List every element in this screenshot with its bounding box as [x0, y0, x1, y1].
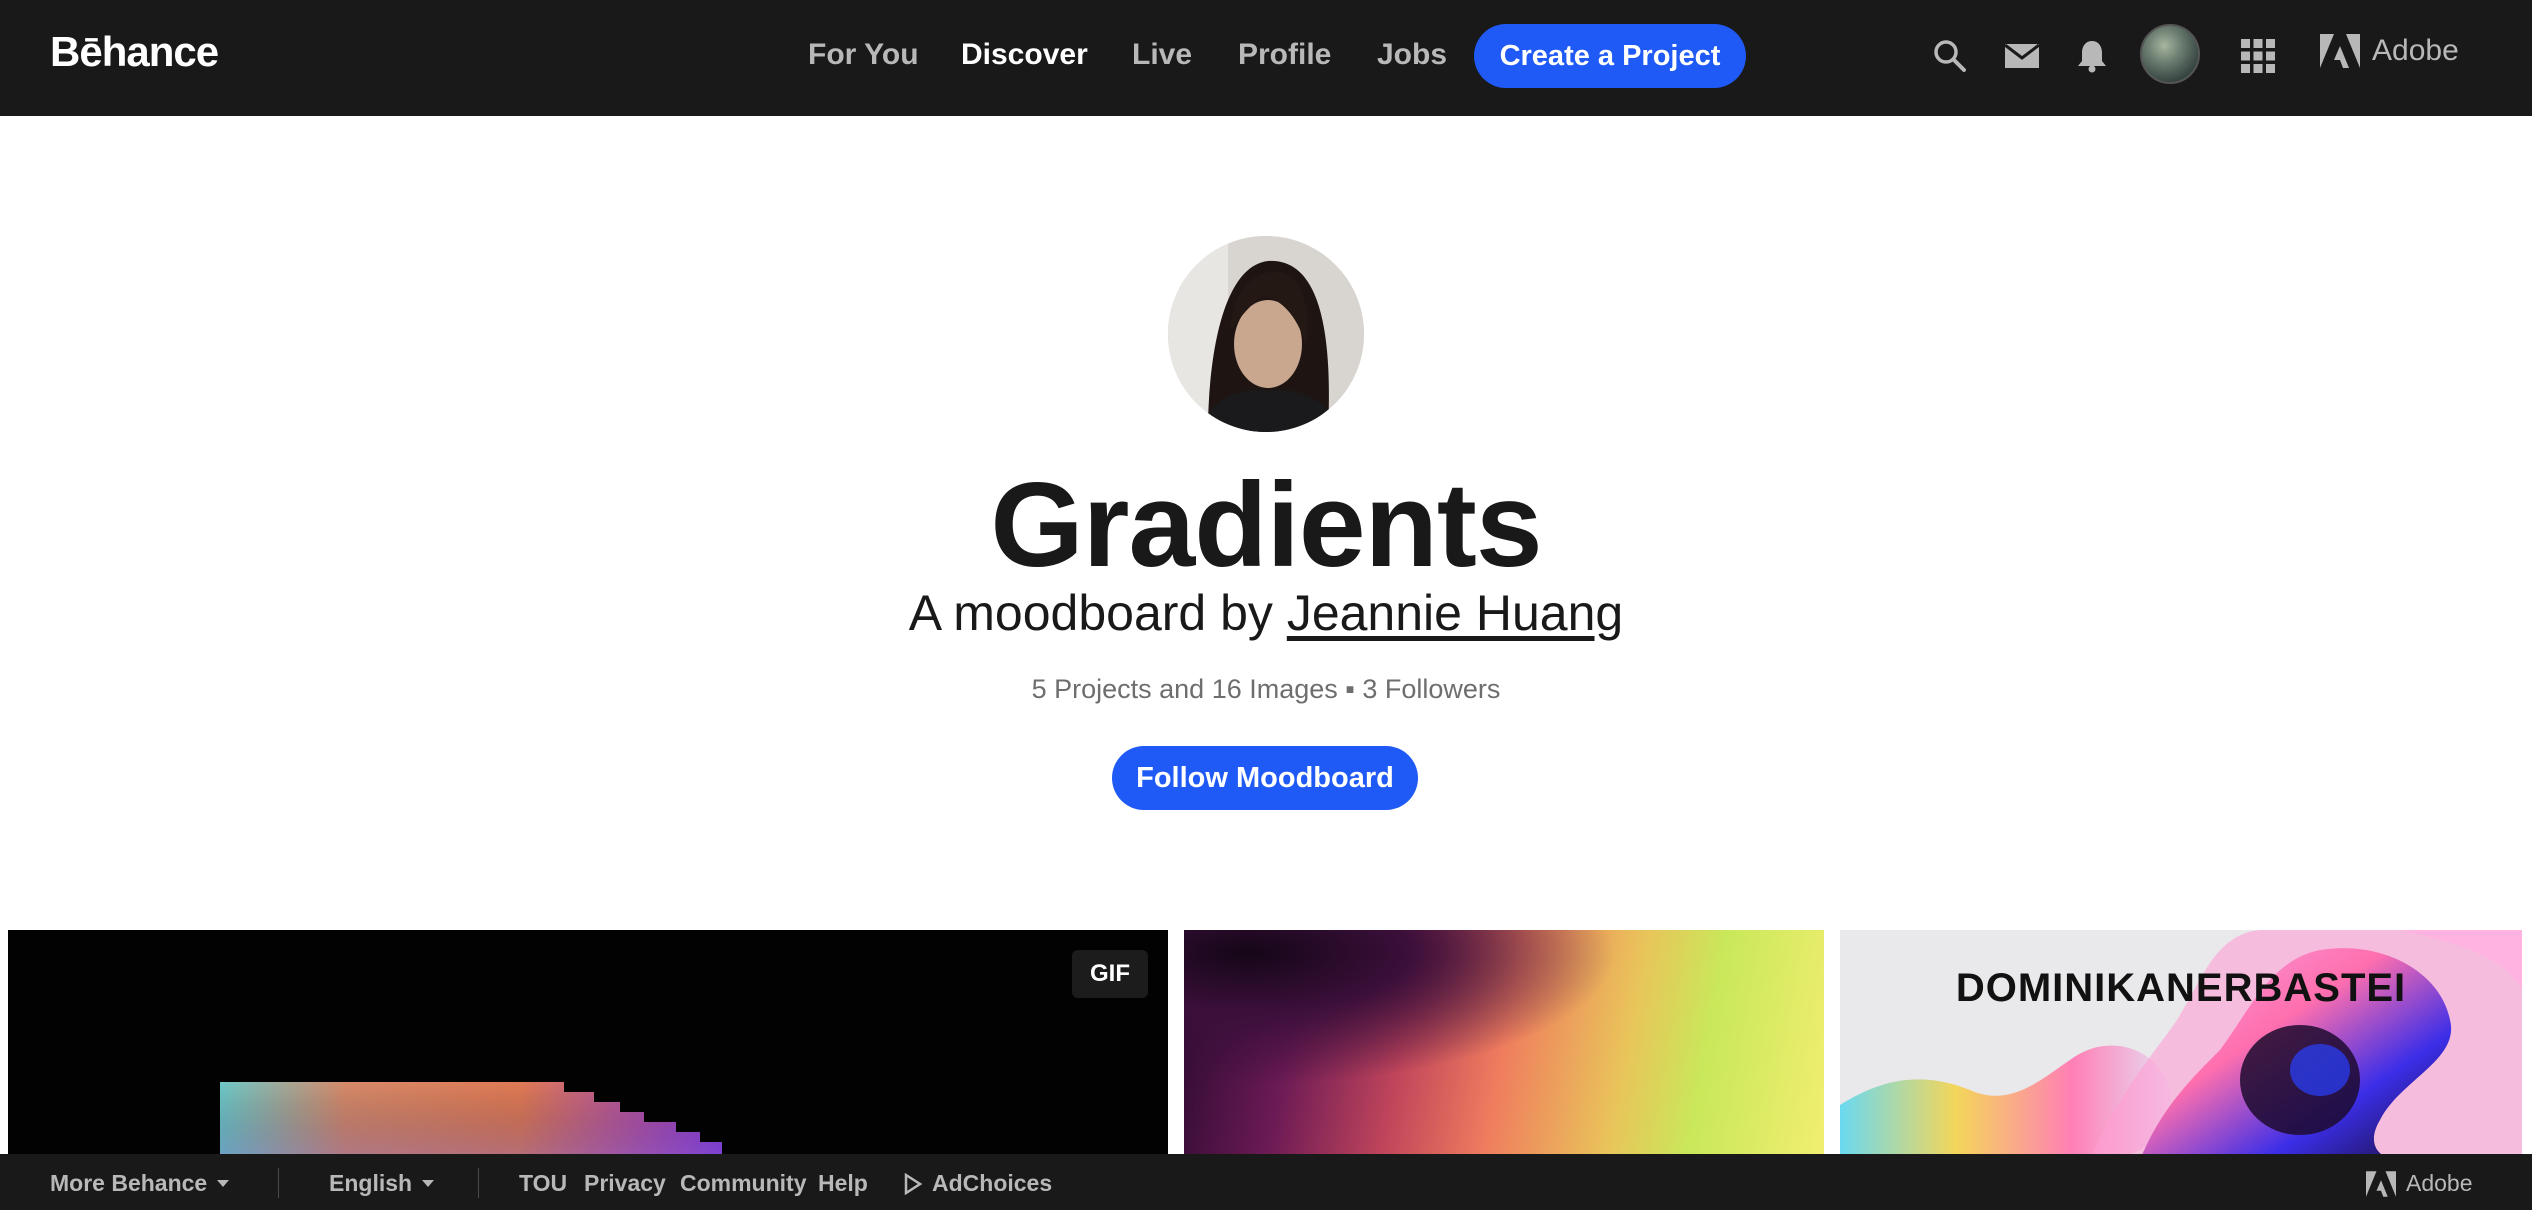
tile-title-text: DOMINIKANERBASTEI [1955, 966, 2407, 1010]
footer-link-tou[interactable]: TOU [519, 1170, 567, 1197]
nav-discover[interactable]: Discover [961, 38, 1088, 72]
adchoices-link[interactable]: AdChoices [904, 1170, 1052, 1197]
follow-moodboard-button[interactable]: Follow Moodboard [1112, 746, 1418, 810]
mail-icon[interactable] [2002, 36, 2042, 76]
nav-for-you[interactable]: For You [808, 38, 919, 72]
nav-live[interactable]: Live [1132, 38, 1192, 72]
adobe-logo-icon [2320, 34, 2360, 68]
bell-icon[interactable] [2072, 36, 2112, 76]
footer-divider [478, 1168, 479, 1198]
chevron-down-icon [217, 1180, 230, 1187]
adobe-logo-icon [2366, 1170, 2396, 1197]
footer-bar: More Behance English TOU Privacy Communi… [0, 1154, 2532, 1210]
chevron-down-icon [422, 1180, 435, 1187]
moodboard-subtitle: A moodboard by Jeannie Huang [0, 584, 2532, 642]
adchoices-icon [904, 1172, 922, 1195]
nav-profile[interactable]: Profile [1238, 38, 1331, 72]
author-link[interactable]: Jeannie Huang [1287, 585, 1623, 641]
footer-divider [278, 1168, 279, 1198]
language-label: English [329, 1170, 413, 1196]
adchoices-label: AdChoices [932, 1170, 1053, 1196]
more-behance-dropdown[interactable]: More Behance [50, 1170, 230, 1197]
moodboard-title: Gradients [990, 458, 1542, 592]
gradient-steps-artwork [220, 1082, 722, 1160]
more-behance-label: More Behance [50, 1170, 208, 1196]
fluid-shape-artwork [1840, 930, 2522, 1160]
adobe-footer-link[interactable]: Adobe [2366, 1170, 2473, 1197]
apps-grid-icon[interactable] [2238, 36, 2278, 76]
project-tile-dominikanerbastei[interactable]: DOMINIKANERBASTEI [1840, 930, 2522, 1160]
project-tile-gradient[interactable] [1184, 930, 1824, 1160]
avatar[interactable] [2140, 24, 2200, 84]
moodboard-owner-avatar[interactable] [1168, 236, 1364, 432]
create-project-button[interactable]: Create a Project [1474, 24, 1746, 88]
language-dropdown[interactable]: English [329, 1170, 435, 1197]
footer-link-help[interactable]: Help [818, 1170, 868, 1197]
adobe-footer-label: Adobe [2406, 1170, 2473, 1196]
adobe-label: Adobe [2372, 34, 2459, 67]
project-tile-gif[interactable]: GIF [8, 930, 1168, 1160]
footer-link-privacy[interactable]: Privacy [584, 1170, 666, 1197]
nav-jobs[interactable]: Jobs [1377, 38, 1447, 72]
moodboard-stats: 5 Projects and 16 Images ▪ 3 Followers [1031, 674, 1501, 704]
gif-badge: GIF [1072, 950, 1148, 998]
subtitle-prefix: A moodboard by [908, 585, 1287, 641]
top-nav: Bēhance For You Discover Live Profile Jo… [0, 0, 2532, 116]
behance-logo[interactable]: Bēhance [50, 28, 219, 76]
footer-link-community[interactable]: Community [680, 1170, 807, 1197]
adobe-link[interactable]: Adobe [2320, 34, 2459, 68]
search-icon[interactable] [1930, 36, 1970, 76]
